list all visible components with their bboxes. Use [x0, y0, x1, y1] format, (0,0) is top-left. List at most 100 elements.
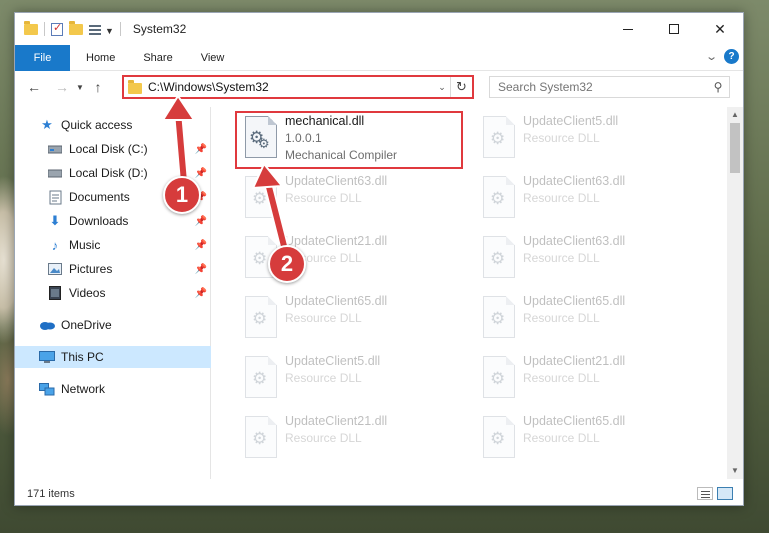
search-icon[interactable]: ⚲ [707, 80, 729, 94]
navigation-pane: ★ Quick access Local Disk (C:) 📌 Local D… [15, 107, 211, 479]
dll-file-icon: ⚙ [481, 116, 517, 160]
file-tile[interactable]: ⚙ UpdateClient63.dll Resource DLL [475, 233, 705, 287]
pin-icon[interactable]: 📌 [195, 144, 207, 155]
file-name: UpdateClient65.dll [285, 294, 388, 308]
recent-locations-icon[interactable]: ▼ [73, 83, 87, 92]
close-button[interactable]: ✕ [697, 13, 743, 45]
nav-item-local-disk-c[interactable]: Local Disk (C:) 📌 [15, 138, 211, 160]
nav-item-music[interactable]: ♪ Music 📌 [15, 234, 211, 256]
step-1-callout: 1 [163, 176, 201, 214]
minimize-button[interactable] [605, 13, 651, 45]
address-dropdown-icon[interactable]: ⌄ [434, 82, 450, 93]
file-description: Resource DLL [523, 191, 600, 205]
large-icons-view-icon[interactable] [717, 487, 733, 500]
properties-icon[interactable] [89, 23, 103, 36]
file-name: UpdateClient21.dll [285, 414, 388, 428]
forward-arrow-icon[interactable]: → [51, 79, 73, 95]
file-tile[interactable]: ⚙ UpdateClient5.dll Resource DLL [237, 353, 467, 407]
scroll-down-icon[interactable]: ▼ [727, 463, 743, 479]
nav-item-videos[interactable]: Videos 📌 [15, 282, 211, 304]
network-icon [39, 381, 55, 397]
checkbox-icon[interactable] [51, 21, 63, 36]
file-name: UpdateClient63.dll [285, 174, 388, 188]
up-arrow-icon[interactable]: ↑ [87, 79, 109, 95]
nav-item-onedrive[interactable]: OneDrive [15, 314, 211, 336]
address-path[interactable]: C:\Windows\System32 [148, 80, 434, 94]
dll-file-icon: ⚙ [481, 356, 517, 400]
dll-file-icon: ⚙ [243, 176, 279, 220]
file-name: UpdateClient63.dll [523, 174, 626, 188]
download-icon: ⬇ [49, 213, 61, 228]
folder-icon [24, 21, 38, 36]
title-bar: ▼ System32 ✕ [15, 13, 743, 45]
nav-label: Network [61, 382, 106, 396]
vertical-scrollbar[interactable]: ▲ ▼ [727, 107, 743, 479]
nav-label: Music [69, 238, 101, 252]
dll-file-icon: ⚙ [243, 296, 279, 340]
quick-access-dropdown-icon[interactable]: ▼ [105, 26, 114, 36]
refresh-icon[interactable]: ↻ [450, 77, 472, 97]
file-description: Resource DLL [285, 371, 362, 385]
search-input[interactable] [498, 80, 707, 94]
toolbar-separator [44, 22, 45, 36]
scroll-thumb[interactable] [730, 123, 740, 173]
music-icon: ♪ [51, 237, 59, 253]
file-list-pane: ⚙ ⚙ mechanical.dll 1.0.0.1 Mechanical Co… [223, 107, 728, 479]
expand-ribbon-icon[interactable]: ⌄ [705, 50, 718, 63]
pin-icon[interactable]: 📌 [195, 240, 207, 251]
pin-icon[interactable]: 📌 [195, 168, 207, 179]
file-tile[interactable]: ⚙ UpdateClient63.dll Resource DLL [237, 173, 467, 227]
scroll-up-icon[interactable]: ▲ [727, 107, 743, 123]
dll-file-icon: ⚙ [243, 416, 279, 460]
file-description: Resource DLL [523, 371, 600, 385]
nav-label: Pictures [69, 262, 113, 276]
file-tile[interactable]: ⚙ UpdateClient65.dll Resource DLL [237, 293, 467, 347]
file-tile[interactable]: ⚙ UpdateClient21.dll Resource DLL [475, 353, 705, 407]
nav-item-quick-access[interactable]: ★ Quick access [15, 114, 211, 136]
back-arrow-icon[interactable]: ← [23, 79, 45, 95]
file-tile[interactable]: ⚙ UpdateClient63.dll Resource DLL [475, 173, 705, 227]
help-icon[interactable]: ? [724, 49, 739, 64]
tab-home[interactable]: Home [70, 45, 129, 71]
nav-item-network[interactable]: Network [15, 378, 211, 400]
search-box[interactable]: ⚲ [489, 76, 730, 98]
file-name: UpdateClient5.dll [523, 114, 619, 128]
file-description: Resource DLL [523, 431, 600, 445]
highlight-box [235, 111, 463, 169]
nav-item-this-pc[interactable]: This PC [15, 346, 211, 368]
videos-icon [47, 285, 63, 301]
tab-view[interactable]: View [187, 45, 239, 71]
drive-icon [47, 141, 63, 157]
dll-file-icon: ⚙ [481, 176, 517, 220]
file-description: Resource DLL [285, 431, 362, 445]
pin-icon[interactable]: 📌 [195, 264, 207, 275]
new-folder-icon[interactable] [69, 21, 83, 36]
pin-icon[interactable]: 📌 [195, 288, 207, 299]
file-tile[interactable]: ⚙ UpdateClient65.dll Resource DLL [475, 293, 705, 347]
file-tile[interactable]: ⚙ UpdateClient65.dll Resource DLL [475, 413, 705, 467]
step-2-callout: 2 [268, 245, 306, 283]
file-tile[interactable]: ⚙ UpdateClient5.dll Resource DLL [475, 113, 705, 167]
pin-icon[interactable]: 📌 [195, 216, 207, 227]
ribbon-tabs: File Home Share View ⌄ ? [15, 44, 743, 71]
window-title: System32 [132, 22, 187, 36]
tab-share[interactable]: Share [129, 45, 186, 71]
nav-label: Downloads [69, 214, 129, 228]
item-count: 171 items [27, 488, 75, 500]
pc-icon [39, 349, 55, 365]
address-row: ← → ▼ ↑ C:\Windows\System32 ⌄ ↻ ⚲ [15, 72, 743, 102]
details-view-icon[interactable] [697, 487, 713, 500]
file-tile[interactable]: ⚙ UpdateClient21.dll Resource DLL [237, 413, 467, 467]
title-separator [119, 22, 121, 36]
file-name: UpdateClient5.dll [285, 354, 381, 368]
file-name: UpdateClient65.dll [523, 294, 626, 308]
nav-label: OneDrive [61, 318, 112, 332]
maximize-button[interactable] [651, 13, 697, 45]
address-bar[interactable]: C:\Windows\System32 ⌄ ↻ [122, 75, 474, 99]
dll-file-icon: ⚙ [481, 236, 517, 280]
file-name: UpdateClient21.dll [285, 234, 388, 248]
nav-item-pictures[interactable]: Pictures 📌 [15, 258, 211, 280]
file-description: Resource DLL [285, 191, 362, 205]
tab-file[interactable]: File [15, 44, 70, 71]
file-name: UpdateClient63.dll [523, 234, 626, 248]
